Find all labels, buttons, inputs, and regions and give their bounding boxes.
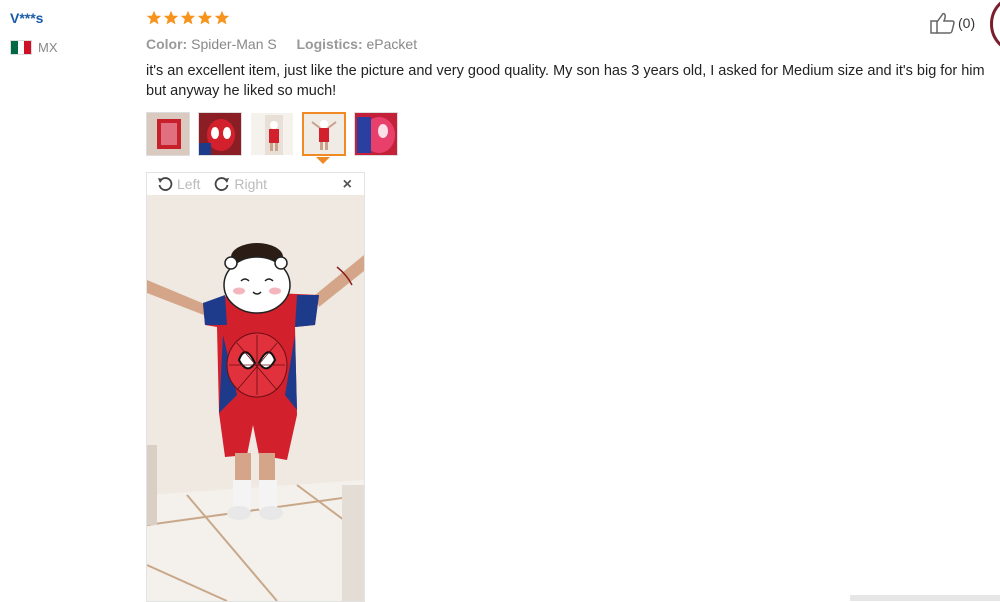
photo-thumbnail[interactable]: [354, 112, 398, 156]
review-photo-thumbnails: [146, 112, 398, 156]
thumbs-up-icon: [930, 12, 955, 34]
country-code: MX: [38, 40, 58, 55]
star-icon: [146, 10, 162, 25]
review-photo-large: [147, 195, 364, 601]
reviewer-country: MX: [10, 40, 58, 55]
rotate-left-label: Left: [177, 176, 201, 192]
color-label: Color:: [146, 36, 188, 52]
photo-thumbnail[interactable]: [146, 112, 190, 156]
photo-thumbnail[interactable]: [250, 112, 294, 156]
star-icon: [180, 10, 196, 25]
rotate-left-button[interactable]: Left: [157, 176, 200, 192]
order-info: Color: Spider-Man S Logistics: ePacket: [146, 36, 417, 52]
mexico-flag-icon: [10, 40, 32, 55]
selected-thumbnail-caret: [316, 157, 330, 164]
scrollbar[interactable]: [850, 595, 1000, 601]
star-icon: [197, 10, 213, 25]
rotate-right-button[interactable]: Right: [214, 176, 267, 192]
rotate-right-label: Right: [234, 176, 268, 192]
helpful-button[interactable]: (0): [930, 12, 975, 34]
rotate-right-icon: [215, 177, 230, 191]
star-icon: [214, 10, 230, 25]
color-value: Spider-Man S: [191, 36, 277, 52]
viewer-toolbar: Left Right ×: [147, 173, 364, 195]
photo-thumbnail[interactable]: [198, 112, 242, 156]
rating-stars: [146, 10, 230, 26]
photo-viewer: Left Right ×: [146, 172, 365, 602]
star-icon: [163, 10, 179, 25]
photo-thumbnail-selected[interactable]: [302, 112, 346, 156]
reviewer-name: V***s: [10, 10, 44, 26]
rotate-left-icon: [158, 177, 173, 191]
helpful-count: (0): [958, 15, 976, 31]
avatar: [990, 0, 1000, 54]
logistics-value: ePacket: [366, 36, 418, 52]
logistics-label: Logistics:: [296, 36, 363, 52]
close-viewer-button[interactable]: ×: [343, 176, 352, 194]
review-text: it's an excellent item, just like the pi…: [146, 63, 985, 99]
